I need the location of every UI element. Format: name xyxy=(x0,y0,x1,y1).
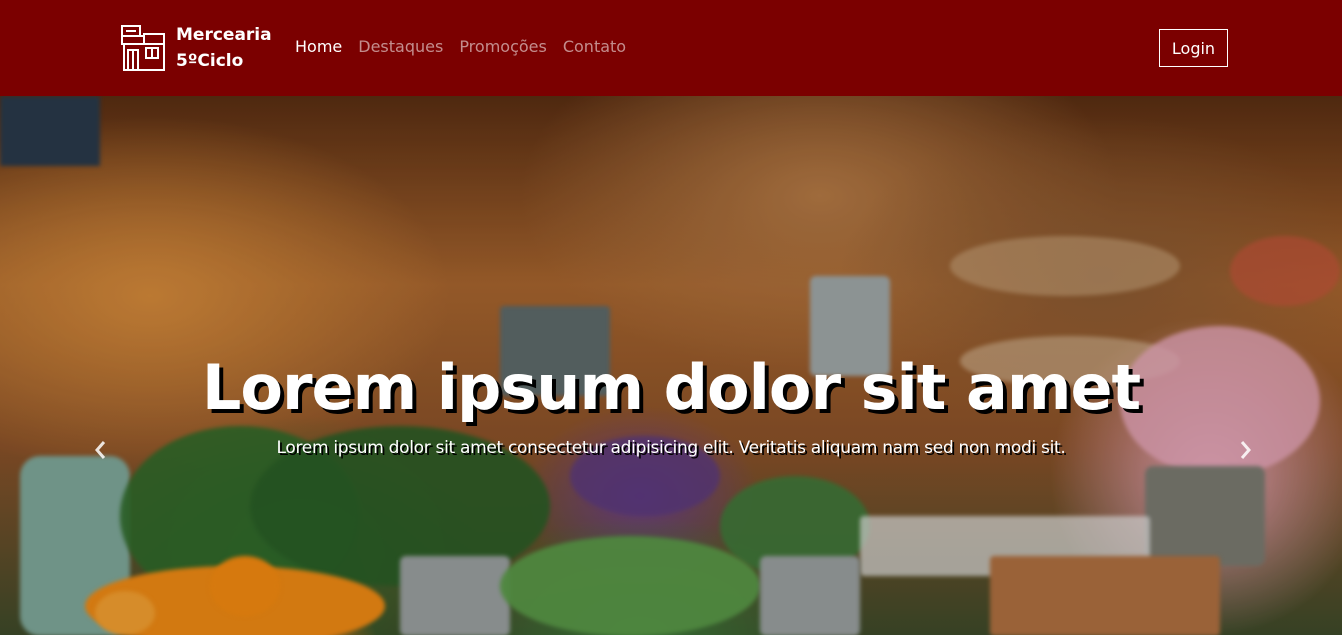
brand-name: Mercearia 5ºCiclo xyxy=(176,22,272,74)
carousel-text: Lorem ipsum dolor sit amet consectetur a… xyxy=(276,438,1066,458)
nav-link-promocoes[interactable]: Promoções xyxy=(459,36,547,58)
login-button[interactable]: Login xyxy=(1159,29,1228,67)
brand-line1: Mercearia xyxy=(176,25,272,45)
navbar: Mercearia 5ºCiclo Home Destaques Promoçõ… xyxy=(0,0,1342,96)
nav-link-contato[interactable]: Contato xyxy=(563,36,626,58)
carousel-title: Lorem ipsum dolor sit amet xyxy=(201,351,1141,424)
nav-link-destaques[interactable]: Destaques xyxy=(358,36,443,58)
carousel-prev-button[interactable] xyxy=(88,436,112,464)
carousel-next-button[interactable] xyxy=(1234,436,1258,464)
brand-line2: 5ºCiclo xyxy=(176,51,244,71)
chevron-left-icon xyxy=(95,441,106,459)
chevron-right-icon xyxy=(1240,441,1251,459)
brand[interactable]: Mercearia 5ºCiclo xyxy=(120,22,272,74)
hero-carousel: Lorem ipsum dolor sit amet Lorem ipsum d… xyxy=(0,96,1342,635)
nav-links: Home Destaques Promoções Contato xyxy=(295,36,642,58)
storefront-icon xyxy=(121,25,165,71)
nav-link-home[interactable]: Home xyxy=(295,36,342,58)
